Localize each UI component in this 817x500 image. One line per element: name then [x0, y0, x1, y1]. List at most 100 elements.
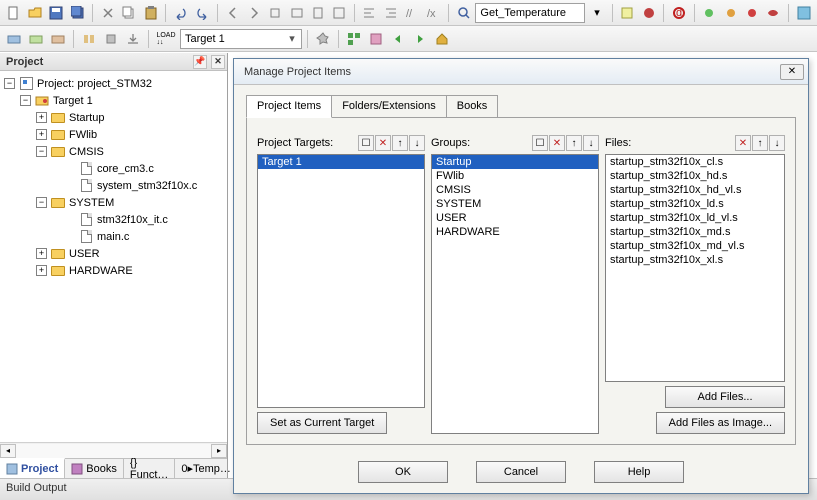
manage-books-button[interactable]	[366, 29, 386, 49]
expander-icon[interactable]: +	[36, 265, 47, 276]
move-file-up-button[interactable]: ↑	[752, 135, 768, 151]
dialog-close-button[interactable]: ✕	[780, 64, 804, 80]
find-dropdown-button[interactable]: ▾	[587, 3, 606, 23]
delete-file-button[interactable]: ✕	[735, 135, 751, 151]
undo-button[interactable]	[171, 3, 190, 23]
config4-button[interactable]	[764, 3, 783, 23]
move-target-down-button[interactable]: ↓	[409, 135, 425, 151]
cut-button[interactable]	[98, 3, 117, 23]
save-all-button[interactable]	[68, 3, 87, 23]
save-button[interactable]	[47, 3, 66, 23]
add-files-image-button[interactable]: Add Files as Image...	[656, 412, 785, 434]
move-target-up-button[interactable]: ↑	[392, 135, 408, 151]
list-item[interactable]: Startup	[432, 155, 598, 169]
groups-listbox[interactable]: StartupFWlibCMSISSYSTEMUSERHARDWARE	[431, 154, 599, 434]
tree-group[interactable]: −SYSTEM	[2, 194, 225, 211]
targets-listbox[interactable]: Target 1	[257, 154, 425, 408]
uncomment-button[interactable]: /x	[424, 3, 443, 23]
list-item[interactable]: startup_stm32f10x_hd_vl.s	[606, 183, 784, 197]
nav-right-button[interactable]	[410, 29, 430, 49]
translate-button[interactable]	[4, 29, 24, 49]
move-file-down-button[interactable]: ↓	[769, 135, 785, 151]
list-item[interactable]: startup_stm32f10x_ld_vl.s	[606, 211, 784, 225]
expander-icon[interactable]: −	[36, 146, 47, 157]
new-target-button[interactable]: ☐	[358, 135, 374, 151]
project-tree[interactable]: − Project: project_STM32 − Target 1 +Sta…	[0, 71, 227, 442]
tree-file[interactable]: main.c	[2, 228, 225, 245]
analyze-button[interactable]: d	[669, 3, 688, 23]
list-item[interactable]: startup_stm32f10x_md.s	[606, 225, 784, 239]
delete-target-button[interactable]: ✕	[375, 135, 391, 151]
config3-button[interactable]	[742, 3, 761, 23]
tree-group[interactable]: −CMSIS	[2, 143, 225, 160]
breakpoint-button[interactable]	[639, 3, 658, 23]
config2-button[interactable]	[721, 3, 740, 23]
scroll-right-button[interactable]: ▸	[211, 444, 227, 458]
comment-button[interactable]: //	[402, 3, 421, 23]
tree-file[interactable]: stm32f10x_it.c	[2, 211, 225, 228]
bookmark4-button[interactable]	[330, 3, 349, 23]
set-current-target-button[interactable]: Set as Current Target	[257, 412, 387, 434]
list-item[interactable]: startup_stm32f10x_ld.s	[606, 197, 784, 211]
target-select[interactable]: Target 1 ▾	[180, 29, 302, 49]
tree-file[interactable]: core_cm3.c	[2, 160, 225, 177]
project-tree-hscroll[interactable]: ◂ ▸	[0, 442, 227, 458]
find-button[interactable]	[454, 3, 473, 23]
tab-functions[interactable]: {} Funct…	[124, 459, 176, 478]
tab-templates[interactable]: 0▸Temp…	[175, 459, 238, 478]
goto-prev-button[interactable]	[223, 3, 242, 23]
window-button[interactable]	[794, 3, 813, 23]
open-file-button[interactable]	[25, 3, 44, 23]
tab-folders-extensions[interactable]: Folders/Extensions	[331, 95, 447, 117]
stop-build-button[interactable]	[101, 29, 121, 49]
config1-button[interactable]	[700, 3, 719, 23]
list-item[interactable]: startup_stm32f10x_cl.s	[606, 155, 784, 169]
list-item[interactable]: startup_stm32f10x_md_vl.s	[606, 239, 784, 253]
new-file-button[interactable]	[4, 3, 23, 23]
tree-group[interactable]: +FWlib	[2, 126, 225, 143]
expander-icon[interactable]: +	[36, 129, 47, 140]
panel-pin-button[interactable]: 📌	[193, 55, 207, 69]
redo-button[interactable]	[193, 3, 212, 23]
rebuild-button[interactable]	[48, 29, 68, 49]
download-button[interactable]	[123, 29, 143, 49]
tree-group[interactable]: +USER	[2, 245, 225, 262]
debug-button[interactable]	[618, 3, 637, 23]
add-files-button[interactable]: Add Files...	[665, 386, 785, 408]
manage-items-button[interactable]	[344, 29, 364, 49]
list-item[interactable]: Target 1	[258, 155, 424, 169]
build-button[interactable]	[26, 29, 46, 49]
bookmark2-button[interactable]	[287, 3, 306, 23]
cancel-button[interactable]: Cancel	[476, 461, 566, 483]
tab-project[interactable]: Project	[0, 458, 65, 478]
tree-group[interactable]: +HARDWARE	[2, 262, 225, 279]
tree-file[interactable]: system_stm32f10x.c	[2, 177, 225, 194]
bookmark-button[interactable]	[266, 3, 285, 23]
expander-icon[interactable]: −	[20, 95, 31, 106]
expander-icon[interactable]: −	[36, 197, 47, 208]
bookmark3-button[interactable]	[308, 3, 327, 23]
list-item[interactable]: startup_stm32f10x_xl.s	[606, 253, 784, 267]
indent-right-button[interactable]	[381, 3, 400, 23]
move-group-up-button[interactable]: ↑	[566, 135, 582, 151]
list-item[interactable]: HARDWARE	[432, 225, 598, 239]
list-item[interactable]: FWlib	[432, 169, 598, 183]
tree-root[interactable]: − Project: project_STM32	[2, 75, 225, 92]
indent-left-button[interactable]	[360, 3, 379, 23]
new-group-button[interactable]: ☐	[532, 135, 548, 151]
paste-button[interactable]	[141, 3, 160, 23]
ok-button[interactable]: OK	[358, 461, 448, 483]
expander-icon[interactable]: −	[4, 78, 15, 89]
find-input[interactable]: Get_Temperature	[475, 3, 585, 23]
expander-icon[interactable]: +	[36, 112, 47, 123]
tab-books[interactable]: Books	[446, 95, 499, 117]
scroll-left-button[interactable]: ◂	[0, 444, 16, 458]
load-button[interactable]: LOAD↓↓	[154, 29, 178, 49]
move-group-down-button[interactable]: ↓	[583, 135, 599, 151]
files-listbox[interactable]: startup_stm32f10x_cl.s startup_stm32f10x_…	[605, 154, 785, 382]
panel-close-button[interactable]: ✕	[211, 55, 225, 69]
scroll-track[interactable]	[16, 444, 211, 458]
nav-left-button[interactable]	[388, 29, 408, 49]
expander-icon[interactable]: +	[36, 248, 47, 259]
delete-group-button[interactable]: ✕	[549, 135, 565, 151]
